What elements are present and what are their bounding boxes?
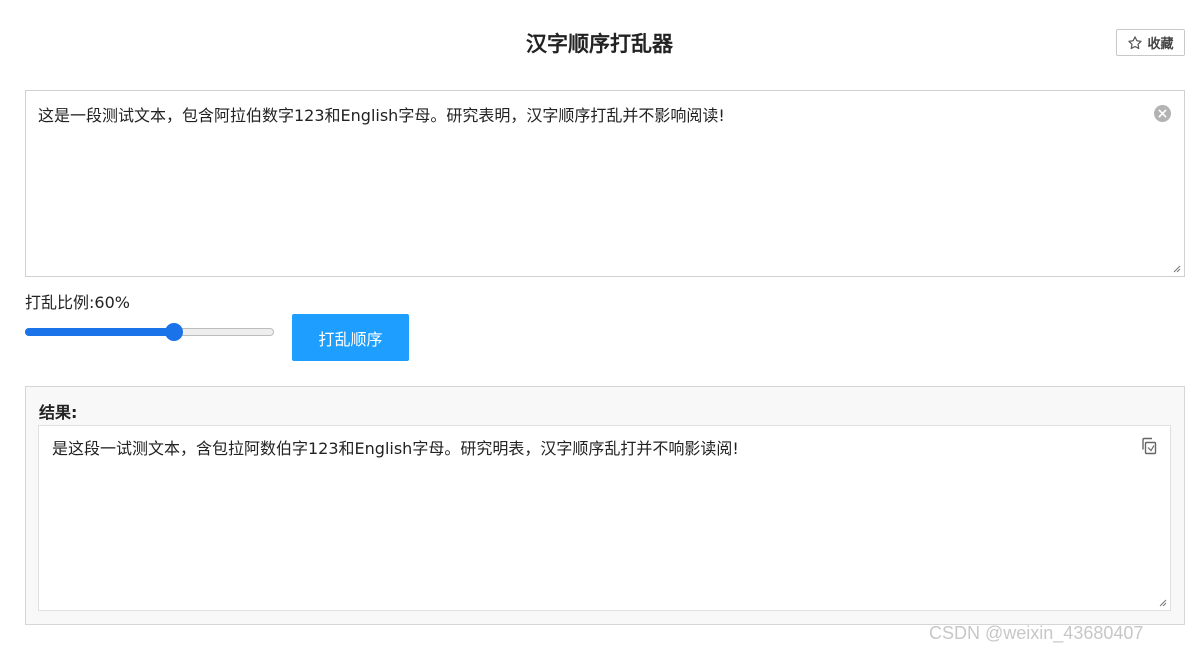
- ratio-value: 60%: [94, 293, 130, 312]
- resize-handle-icon[interactable]: [1173, 265, 1181, 273]
- ratio-label: 打乱比例: 60%: [25, 292, 130, 314]
- copy-icon[interactable]: [1139, 436, 1159, 456]
- page-title: 汉字顺序打乱器: [526, 32, 673, 56]
- slider-thumb[interactable]: [165, 323, 183, 341]
- result-label: 结果:: [39, 403, 78, 422]
- favorite-label: 收藏: [1147, 37, 1174, 52]
- slider-fill: [25, 328, 174, 336]
- watermark: CSDN @weixin_43680407: [929, 623, 1144, 643]
- result-panel: 结果: 是这段一试测文本，含包拉阿数伯字123和English字母。研究明表，汉…: [25, 386, 1185, 625]
- favorite-button[interactable]: 收藏: [1116, 29, 1185, 56]
- result-text-value[interactable]: 是这段一试测文本，含包拉阿数伯字123和English字母。研究明表，汉字顺序乱…: [52, 438, 1126, 460]
- ratio-label-text: 打乱比例:: [25, 293, 95, 312]
- ratio-slider[interactable]: [25, 321, 274, 343]
- resize-handle-icon[interactable]: [1159, 599, 1167, 607]
- star-outline-icon: [1128, 35, 1143, 49]
- source-text-value[interactable]: 这是一段测试文本，包含阿拉伯数字123和English字母。研究表明，汉字顺序打…: [38, 105, 1140, 127]
- page: 汉字顺序打乱器 收藏 这是一段测试文本，包含阿拉伯数字123和English字母…: [0, 0, 1199, 653]
- source-text-input[interactable]: 这是一段测试文本，包含阿拉伯数字123和English字母。研究表明，汉字顺序打…: [25, 90, 1185, 277]
- shuffle-button[interactable]: 打乱顺序: [292, 314, 409, 361]
- result-output[interactable]: 是这段一试测文本，含包拉阿数伯字123和English字母。研究明表，汉字顺序乱…: [38, 425, 1171, 611]
- clear-circle-icon[interactable]: [1154, 105, 1171, 122]
